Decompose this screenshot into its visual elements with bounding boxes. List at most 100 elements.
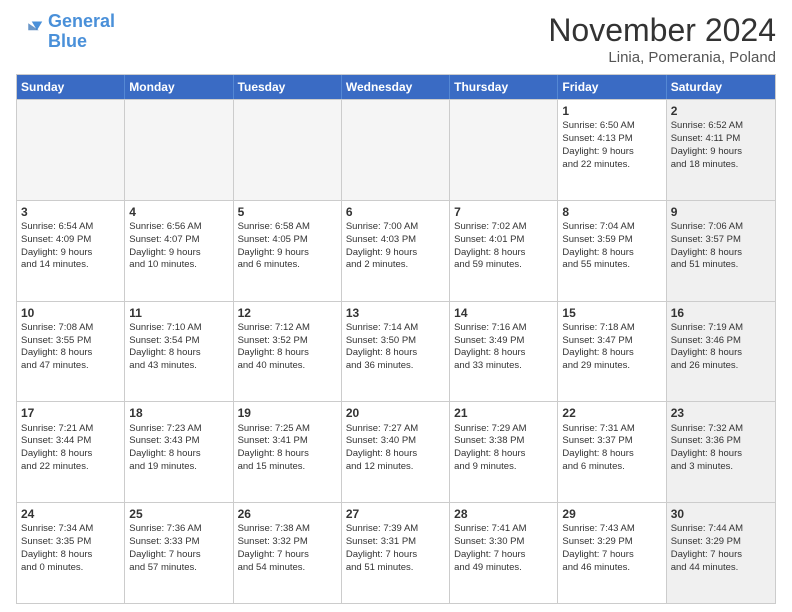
weekday-header-wednesday: Wednesday xyxy=(342,75,450,99)
cal-cell-2-5: 7Sunrise: 7:02 AM Sunset: 4:01 PM Daylig… xyxy=(450,201,558,301)
cal-cell-3-7: 16Sunrise: 7:19 AM Sunset: 3:46 PM Dayli… xyxy=(667,302,775,402)
day-number: 27 xyxy=(346,506,445,522)
cal-cell-4-4: 20Sunrise: 7:27 AM Sunset: 3:40 PM Dayli… xyxy=(342,402,450,502)
cal-cell-5-3: 26Sunrise: 7:38 AM Sunset: 3:32 PM Dayli… xyxy=(234,503,342,603)
weekday-header-saturday: Saturday xyxy=(667,75,775,99)
weekday-header-sunday: Sunday xyxy=(17,75,125,99)
cal-cell-2-3: 5Sunrise: 6:58 AM Sunset: 4:05 PM Daylig… xyxy=(234,201,342,301)
month-title: November 2024 xyxy=(548,12,776,49)
day-number: 26 xyxy=(238,506,337,522)
day-details: Sunrise: 6:52 AM Sunset: 4:11 PM Dayligh… xyxy=(671,120,743,169)
cal-cell-5-6: 29Sunrise: 7:43 AM Sunset: 3:29 PM Dayli… xyxy=(558,503,666,603)
day-details: Sunrise: 7:43 AM Sunset: 3:29 PM Dayligh… xyxy=(562,523,634,572)
calendar-header: SundayMondayTuesdayWednesdayThursdayFrid… xyxy=(17,75,775,99)
day-details: Sunrise: 7:39 AM Sunset: 3:31 PM Dayligh… xyxy=(346,523,418,572)
day-number: 6 xyxy=(346,204,445,220)
cal-cell-1-2 xyxy=(125,100,233,200)
cal-cell-5-2: 25Sunrise: 7:36 AM Sunset: 3:33 PM Dayli… xyxy=(125,503,233,603)
day-details: Sunrise: 7:29 AM Sunset: 3:38 PM Dayligh… xyxy=(454,423,526,472)
calendar-body: 1Sunrise: 6:50 AM Sunset: 4:13 PM Daylig… xyxy=(17,99,775,603)
cal-cell-4-6: 22 Sunrise: 7:31 AM Sunset: 3:37 PM Dayli… xyxy=(558,402,666,502)
cal-cell-1-5 xyxy=(450,100,558,200)
day-details: Sunrise: 6:58 AM Sunset: 4:05 PM Dayligh… xyxy=(238,221,310,270)
day-details: Sunrise: 7:27 AM Sunset: 3:40 PM Dayligh… xyxy=(346,423,418,472)
location: Linia, Pomerania, Poland xyxy=(548,49,776,66)
day-number: 2 xyxy=(671,103,771,119)
day-details: Sunrise: 7:32 AM Sunset: 3:36 PM Dayligh… xyxy=(671,423,743,472)
day-number: 11 xyxy=(129,305,228,321)
day-details: Sunrise: 7:08 AM Sunset: 3:55 PM Dayligh… xyxy=(21,322,93,371)
day-number: 23 xyxy=(671,405,771,421)
day-number: 16 xyxy=(671,305,771,321)
day-details: Sunrise: 7:31 AM Sunset: 3:37 PM Dayligh… xyxy=(562,423,634,472)
weekday-header-thursday: Thursday xyxy=(450,75,558,99)
cal-cell-2-1: 3Sunrise: 6:54 AM Sunset: 4:09 PM Daylig… xyxy=(17,201,125,301)
cal-cell-4-7: 23 Sunrise: 7:32 AM Sunset: 3:36 PM Dayli… xyxy=(667,402,775,502)
cal-cell-2-7: 9Sunrise: 7:06 AM Sunset: 3:57 PM Daylig… xyxy=(667,201,775,301)
day-number: 19 xyxy=(238,405,337,421)
day-number: 8 xyxy=(562,204,661,220)
day-number: 15 xyxy=(562,305,661,321)
weekday-header-tuesday: Tuesday xyxy=(234,75,342,99)
day-number: 9 xyxy=(671,204,771,220)
calendar-row-2: 3Sunrise: 6:54 AM Sunset: 4:09 PM Daylig… xyxy=(17,200,775,301)
cal-cell-2-2: 4Sunrise: 6:56 AM Sunset: 4:07 PM Daylig… xyxy=(125,201,233,301)
day-number: 25 xyxy=(129,506,228,522)
logo-text: General Blue xyxy=(48,12,115,52)
cal-cell-1-6: 1Sunrise: 6:50 AM Sunset: 4:13 PM Daylig… xyxy=(558,100,666,200)
cal-cell-2-4: 6Sunrise: 7:00 AM Sunset: 4:03 PM Daylig… xyxy=(342,201,450,301)
day-number: 13 xyxy=(346,305,445,321)
day-number: 4 xyxy=(129,204,228,220)
day-details: Sunrise: 7:10 AM Sunset: 3:54 PM Dayligh… xyxy=(129,322,201,371)
day-number: 5 xyxy=(238,204,337,220)
day-number: 30 xyxy=(671,506,771,522)
cal-cell-3-2: 11Sunrise: 7:10 AM Sunset: 3:54 PM Dayli… xyxy=(125,302,233,402)
calendar: SundayMondayTuesdayWednesdayThursdayFrid… xyxy=(16,74,776,604)
cal-cell-3-5: 14Sunrise: 7:16 AM Sunset: 3:49 PM Dayli… xyxy=(450,302,558,402)
day-number: 28 xyxy=(454,506,553,522)
day-details: Sunrise: 7:19 AM Sunset: 3:46 PM Dayligh… xyxy=(671,322,743,371)
day-number: 21 xyxy=(454,405,553,421)
day-number: 17 xyxy=(21,405,120,421)
weekday-header-friday: Friday xyxy=(558,75,666,99)
cal-cell-4-3: 19Sunrise: 7:25 AM Sunset: 3:41 PM Dayli… xyxy=(234,402,342,502)
cal-cell-3-4: 13Sunrise: 7:14 AM Sunset: 3:50 PM Dayli… xyxy=(342,302,450,402)
day-number: 3 xyxy=(21,204,120,220)
day-details: Sunrise: 6:56 AM Sunset: 4:07 PM Dayligh… xyxy=(129,221,201,270)
page: General Blue November 2024 Linia, Pomera… xyxy=(0,0,792,612)
cal-cell-5-1: 24Sunrise: 7:34 AM Sunset: 3:35 PM Dayli… xyxy=(17,503,125,603)
day-details: Sunrise: 7:21 AM Sunset: 3:44 PM Dayligh… xyxy=(21,423,93,472)
day-number: 24 xyxy=(21,506,120,522)
day-details: Sunrise: 7:18 AM Sunset: 3:47 PM Dayligh… xyxy=(562,322,634,371)
cal-cell-5-4: 27Sunrise: 7:39 AM Sunset: 3:31 PM Dayli… xyxy=(342,503,450,603)
day-details: Sunrise: 7:16 AM Sunset: 3:49 PM Dayligh… xyxy=(454,322,526,371)
day-number: 22 xyxy=(562,405,661,421)
logo: General Blue xyxy=(16,12,115,52)
calendar-row-3: 10Sunrise: 7:08 AM Sunset: 3:55 PM Dayli… xyxy=(17,301,775,402)
weekday-header-monday: Monday xyxy=(125,75,233,99)
day-details: Sunrise: 7:02 AM Sunset: 4:01 PM Dayligh… xyxy=(454,221,526,270)
day-details: Sunrise: 7:36 AM Sunset: 3:33 PM Dayligh… xyxy=(129,523,201,572)
title-block: November 2024 Linia, Pomerania, Poland xyxy=(548,12,776,66)
logo-icon xyxy=(16,18,44,46)
day-details: Sunrise: 7:12 AM Sunset: 3:52 PM Dayligh… xyxy=(238,322,310,371)
day-details: Sunrise: 7:04 AM Sunset: 3:59 PM Dayligh… xyxy=(562,221,634,270)
day-number: 10 xyxy=(21,305,120,321)
cal-cell-4-5: 21 Sunrise: 7:29 AM Sunset: 3:38 PM Dayli… xyxy=(450,402,558,502)
day-details: Sunrise: 7:34 AM Sunset: 3:35 PM Dayligh… xyxy=(21,523,93,572)
day-details: Sunrise: 7:38 AM Sunset: 3:32 PM Dayligh… xyxy=(238,523,310,572)
header: General Blue November 2024 Linia, Pomera… xyxy=(16,12,776,66)
cal-cell-5-7: 30Sunrise: 7:44 AM Sunset: 3:29 PM Dayli… xyxy=(667,503,775,603)
day-details: Sunrise: 7:14 AM Sunset: 3:50 PM Dayligh… xyxy=(346,322,418,371)
day-number: 18 xyxy=(129,405,228,421)
cal-cell-4-2: 18 Sunrise: 7:23 AM Sunset: 3:43 PM Dayli… xyxy=(125,402,233,502)
day-number: 14 xyxy=(454,305,553,321)
calendar-row-1: 1Sunrise: 6:50 AM Sunset: 4:13 PM Daylig… xyxy=(17,99,775,200)
calendar-row-4: 17 Sunrise: 7:21 AM Sunset: 3:44 PM Dayli… xyxy=(17,401,775,502)
day-details: Sunrise: 7:44 AM Sunset: 3:29 PM Dayligh… xyxy=(671,523,743,572)
day-number: 1 xyxy=(562,103,661,119)
day-details: Sunrise: 7:23 AM Sunset: 3:43 PM Dayligh… xyxy=(129,423,201,472)
cal-cell-5-5: 28Sunrise: 7:41 AM Sunset: 3:30 PM Dayli… xyxy=(450,503,558,603)
calendar-row-5: 24Sunrise: 7:34 AM Sunset: 3:35 PM Dayli… xyxy=(17,502,775,603)
cal-cell-3-1: 10Sunrise: 7:08 AM Sunset: 3:55 PM Dayli… xyxy=(17,302,125,402)
